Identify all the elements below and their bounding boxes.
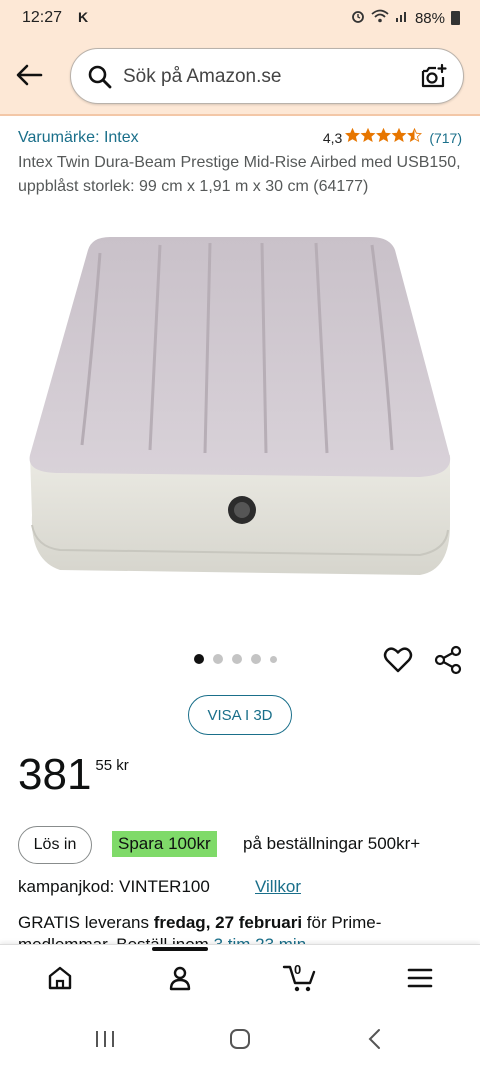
recent-apps-button[interactable] [90, 1024, 120, 1054]
back-arrow-icon [16, 64, 43, 86]
wishlist-button[interactable] [382, 644, 414, 676]
active-tab-indicator [152, 947, 208, 951]
carousel-dot[interactable] [251, 654, 261, 664]
heart-icon [383, 647, 413, 673]
search-input[interactable]: Sök på Amazon.se [70, 48, 464, 104]
promo-code: kampanjkod: VINTER100 [18, 877, 210, 896]
chevron-left-icon [368, 1029, 380, 1049]
user-icon [169, 966, 191, 991]
cart-count: 0 [294, 962, 302, 977]
image-carousel-dots[interactable] [194, 654, 277, 664]
delivery-date: fredag, 27 februari [153, 913, 303, 932]
status-icons: 88% [351, 9, 460, 27]
carousel-dot[interactable] [194, 654, 204, 664]
nav-home[interactable] [40, 961, 80, 995]
star-rating-icon [345, 127, 423, 147]
share-button[interactable] [432, 644, 464, 676]
recent-apps-icon [96, 1031, 114, 1047]
search-icon [87, 64, 113, 95]
carrier-badge: K [78, 9, 89, 25]
price-fraction: 55 kr [95, 757, 129, 774]
save-description: på beställningar 500kr+ [243, 834, 421, 853]
carousel-dot[interactable] [232, 654, 242, 664]
price: 381 55 kr [18, 750, 129, 800]
search-placeholder: Sök på Amazon.se [123, 66, 282, 87]
app-header: Sök på Amazon.se [0, 38, 480, 114]
save-badge: Spara 100kr [112, 831, 217, 857]
redeem-coupon-button[interactable]: Lös in [18, 826, 92, 864]
camera-search-icon[interactable] [419, 62, 449, 97]
share-icon [434, 645, 462, 675]
home-system-button[interactable] [225, 1024, 255, 1054]
wifi-icon [371, 9, 389, 27]
home-circle-icon [230, 1029, 250, 1049]
system-back-button[interactable] [360, 1024, 390, 1054]
battery-percent: 88% [414, 9, 445, 27]
product-title: Intex Twin Dura-Beam Prestige Mid-Rise A… [18, 154, 461, 195]
hamburger-menu-icon [407, 968, 433, 988]
status-time: 12:27 [22, 9, 63, 26]
system-navigation [0, 1010, 480, 1067]
back-button[interactable] [12, 58, 46, 92]
delivery-prefix: GRATIS leverans [18, 913, 154, 932]
carousel-dot[interactable] [270, 655, 277, 663]
rating-value: 4,3 [322, 129, 343, 146]
price-whole: 381 [18, 750, 92, 799]
view-3d-button[interactable]: VISA I 3D [188, 695, 292, 735]
status-bar: 12:27 K 88% [0, 0, 480, 38]
bottom-navigation: 0 [0, 944, 480, 1010]
rating-summary[interactable]: 4,3 (717) [322, 127, 462, 147]
nav-menu[interactable] [400, 961, 440, 995]
alarm-icon [351, 9, 365, 27]
carousel-dot[interactable] [213, 654, 223, 664]
terms-link[interactable]: Villkor [255, 877, 301, 897]
header-divider [0, 114, 480, 116]
nav-cart[interactable]: 0 [280, 961, 320, 995]
signal-icon [395, 9, 409, 27]
product-image[interactable] [0, 225, 480, 630]
home-icon [48, 966, 72, 990]
battery-icon [451, 11, 460, 25]
review-count: (717) [429, 129, 462, 146]
brand-link[interactable]: Varumärke: Intex [18, 129, 139, 147]
nav-account[interactable] [160, 961, 200, 995]
